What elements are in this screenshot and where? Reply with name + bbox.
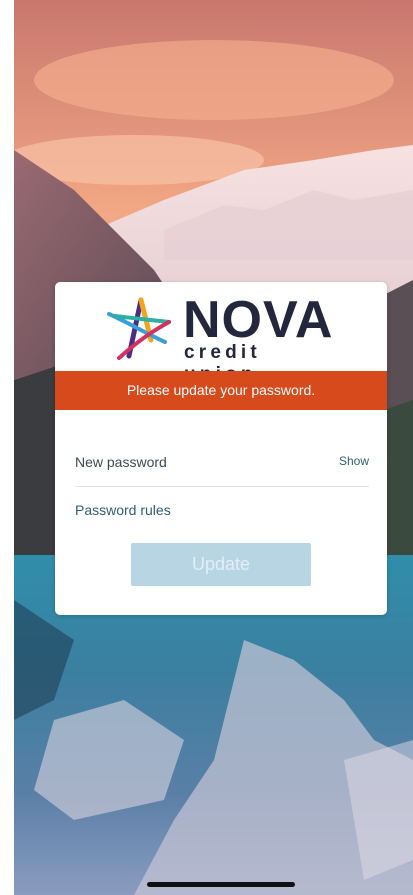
new-password-field: Show	[75, 442, 369, 487]
password-rules-link[interactable]: Password rules	[75, 502, 171, 518]
nova-logo: NOVA credit union	[107, 291, 339, 385]
update-button[interactable]: Update	[131, 543, 311, 586]
home-indicator[interactable]	[147, 882, 295, 887]
update-password-banner: Please update your password.	[55, 371, 387, 410]
app-screen: NOVA credit union Please update your pas…	[14, 0, 413, 895]
new-password-input[interactable]	[75, 452, 315, 472]
brand-name: NOVA	[183, 291, 334, 349]
show-password-button[interactable]: Show	[339, 454, 369, 468]
star-logo-icon	[107, 297, 171, 360]
update-password-card: NOVA credit union Please update your pas…	[55, 282, 387, 615]
